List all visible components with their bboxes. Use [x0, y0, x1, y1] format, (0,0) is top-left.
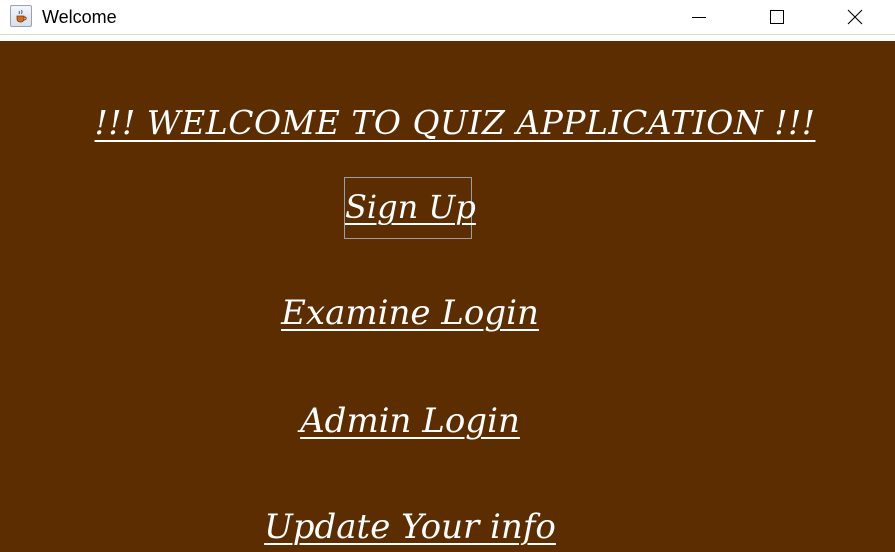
title-bar[interactable]: Welcome — [0, 0, 895, 35]
minimize-button[interactable] — [676, 0, 722, 33]
close-button[interactable] — [832, 0, 878, 33]
window-title: Welcome — [42, 7, 117, 27]
minimize-icon — [692, 16, 706, 18]
admin-login-button[interactable]: Admin Login — [290, 401, 530, 441]
maximize-button[interactable] — [754, 0, 800, 33]
close-icon — [847, 9, 863, 24]
java-cup-icon — [10, 5, 32, 27]
sign-up-button[interactable]: Sign Up — [344, 177, 476, 239]
app-window: Welcome !!! WELCOME TO QUIZ APPLICATION … — [0, 0, 895, 552]
welcome-panel: !!! WELCOME TO QUIZ APPLICATION !!! Sign… — [0, 41, 895, 552]
examine-login-button[interactable]: Examine Login — [280, 293, 540, 333]
update-info-button[interactable]: Update Your info — [250, 507, 570, 547]
maximize-icon — [770, 9, 784, 24]
welcome-heading: !!! WELCOME TO QUIZ APPLICATION !!! — [94, 103, 816, 142]
